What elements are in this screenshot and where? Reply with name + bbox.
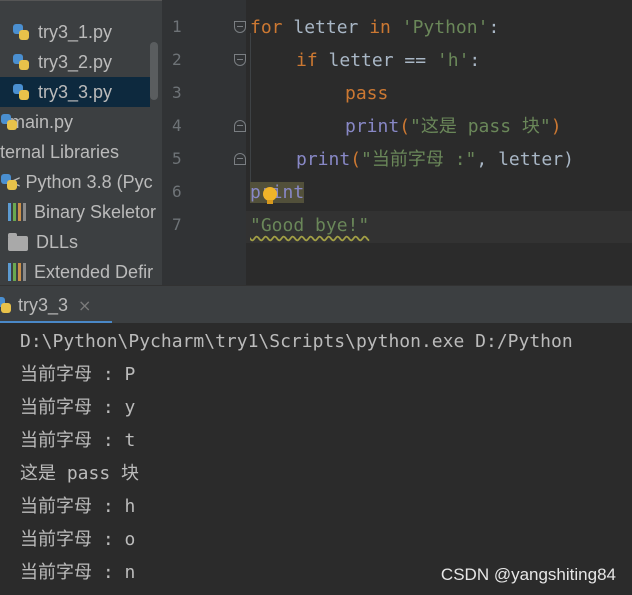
code-text: letter == bbox=[317, 50, 437, 71]
fold-close-icon[interactable] bbox=[234, 120, 246, 132]
gutter-line-3: 3 bbox=[162, 77, 246, 110]
watermark: CSDN @yangshiting84 bbox=[440, 565, 616, 584]
tree-item-binary-skeletons[interactable]: Binary Skeletor bbox=[0, 197, 162, 227]
gutter-line-7: 7 bbox=[162, 209, 246, 242]
line-number: 3 bbox=[172, 83, 182, 102]
code-line-3[interactable]: pass bbox=[345, 77, 388, 110]
console-line: 当前字母 : o bbox=[20, 529, 136, 550]
code-line-2[interactable]: if letter == 'h': bbox=[296, 44, 480, 77]
code-text: letter bbox=[282, 17, 370, 38]
tree-item-label: DLLs bbox=[36, 231, 79, 252]
warning-highlight: print bbox=[250, 182, 305, 203]
gutter-line-1: 1 bbox=[162, 11, 246, 44]
code-text: : bbox=[469, 50, 481, 71]
python-file-icon bbox=[0, 173, 17, 191]
python-file-icon bbox=[12, 23, 30, 41]
gutter-line-2: 2 bbox=[162, 44, 246, 77]
project-tree: try3_1.py try3_2.py try3_3.py main.py te… bbox=[0, 0, 162, 285]
tree-item-external-libraries[interactable]: ternal Libraries bbox=[0, 137, 162, 167]
gutter-line-6: 6 bbox=[162, 176, 246, 209]
code-text: , letter) bbox=[476, 149, 574, 170]
tree-item-label: < Python 3.8 (Pyc bbox=[10, 171, 153, 192]
tree-item-python-sdk[interactable]: < Python 3.8 (Pyc bbox=[0, 167, 162, 197]
string-literal: 'Python' bbox=[401, 17, 489, 38]
folder-icon bbox=[8, 232, 28, 251]
tree-item-try3-1[interactable]: try3_1.py bbox=[0, 17, 162, 47]
builtin-function: print bbox=[296, 149, 351, 170]
code-editor[interactable]: 1 2 3 4 5 6 7 for letter in 'Python': if… bbox=[162, 0, 632, 285]
console-line: 这是 pass 块 bbox=[20, 463, 140, 484]
console-line: 当前字母 : t bbox=[20, 430, 136, 451]
tree-item-label: try3_2.py bbox=[38, 51, 113, 72]
console-line: D:\Python\Pycharm\try1\Scripts\python.ex… bbox=[20, 331, 573, 352]
code-text: ( bbox=[350, 149, 362, 170]
line-number: 1 bbox=[172, 17, 182, 36]
console-line: 当前字母 : n bbox=[20, 562, 136, 583]
python-file-icon bbox=[0, 296, 12, 314]
tree-item-try3-3[interactable]: try3_3.py bbox=[0, 77, 150, 107]
fold-close-icon[interactable] bbox=[234, 153, 246, 165]
python-file-icon bbox=[12, 83, 30, 101]
code-line-4[interactable]: print("这是 pass 块") bbox=[345, 110, 562, 143]
tree-item-label: try3_1.py bbox=[38, 21, 113, 42]
tree-item-label: ternal Libraries bbox=[0, 141, 120, 162]
indent-guide bbox=[250, 33, 251, 193]
gutter-line-4: 4 bbox=[162, 110, 246, 143]
console-line: 当前字母 : P bbox=[20, 364, 136, 385]
code-text: : bbox=[488, 17, 500, 38]
console-line: 当前字母 : y bbox=[20, 397, 136, 418]
gutter-empty-area bbox=[162, 244, 246, 285]
tree-item-label: Binary Skeletor bbox=[34, 201, 157, 222]
library-icon bbox=[8, 263, 26, 281]
fold-open-icon[interactable] bbox=[234, 54, 246, 66]
code-line-6[interactable]: print bbox=[250, 176, 305, 209]
tree-row-cut bbox=[0, 0, 162, 10]
python-file-icon bbox=[0, 113, 17, 131]
console-line: 当前字母 : h bbox=[20, 496, 136, 517]
code-text: ( bbox=[399, 116, 411, 137]
tab-run-try3-3[interactable]: try3_3 × bbox=[0, 286, 112, 324]
line-number: 5 bbox=[172, 149, 182, 168]
tree-item-dlls[interactable]: DLLs bbox=[0, 227, 162, 257]
lightbulb-icon[interactable] bbox=[263, 187, 277, 204]
run-console[interactable]: D:\Python\Pycharm\try1\Scripts\python.ex… bbox=[0, 323, 632, 595]
python-file-icon bbox=[12, 53, 30, 71]
line-number: 6 bbox=[172, 182, 182, 201]
code-line-1[interactable]: for letter in 'Python': bbox=[250, 11, 499, 44]
fold-open-icon[interactable] bbox=[234, 21, 246, 33]
keyword: for bbox=[250, 17, 283, 38]
tree-scrollbar[interactable] bbox=[150, 42, 158, 100]
keyword: if bbox=[296, 50, 318, 71]
string-literal: "Good bye!" bbox=[250, 215, 370, 236]
library-icon bbox=[8, 203, 26, 221]
code-line-5[interactable]: print("当前字母 :", letter) bbox=[296, 143, 574, 176]
gutter-line-5: 5 bbox=[162, 143, 246, 176]
line-number: 2 bbox=[172, 50, 182, 69]
keyword: pass bbox=[345, 83, 389, 104]
line-number: 7 bbox=[172, 215, 182, 234]
string-literal: "当前字母 :" bbox=[361, 149, 477, 170]
tree-item-label: main.py bbox=[10, 111, 74, 132]
string-literal: "这是 pass 块" bbox=[410, 116, 551, 137]
run-tab-label: try3_3 bbox=[18, 294, 69, 315]
line-number: 4 bbox=[172, 116, 182, 135]
tree-item-extended-definitions[interactable]: Extended Defir bbox=[0, 257, 162, 285]
builtin-function: print bbox=[345, 116, 400, 137]
code-line-7[interactable]: "Good bye!" bbox=[250, 209, 369, 242]
tree-item-label: Extended Defir bbox=[34, 261, 154, 282]
tree-item-label: try3_3.py bbox=[38, 81, 113, 102]
tree-item-try3-2[interactable]: try3_2.py bbox=[0, 47, 162, 77]
keyword: in bbox=[369, 17, 391, 38]
code-text: ) bbox=[550, 116, 562, 137]
close-icon[interactable]: × bbox=[78, 296, 91, 315]
run-tool-window-header: try3_3 × bbox=[0, 285, 632, 324]
tree-item-main[interactable]: main.py bbox=[0, 107, 162, 137]
string-literal: 'h' bbox=[436, 50, 470, 71]
